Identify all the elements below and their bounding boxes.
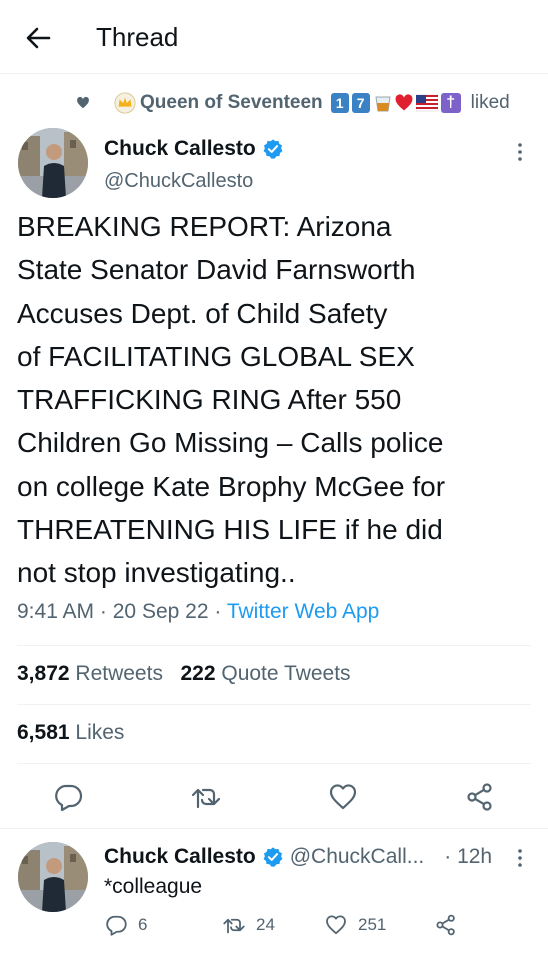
author-handle[interactable]: @ChuckCallesto bbox=[104, 170, 253, 193]
reply-retweet-button[interactable]: 24 bbox=[222, 913, 275, 937]
author-avatar[interactable] bbox=[18, 128, 88, 198]
tweet-time[interactable]: 9:41 AM bbox=[17, 600, 94, 623]
social-context[interactable]: Queen of Seventeen 1 7 † liked bbox=[76, 88, 510, 118]
retweets-count: 3,872 bbox=[17, 662, 70, 685]
likes-label: Likes bbox=[75, 721, 125, 744]
quotes-stat[interactable]: 222 Quote Tweets bbox=[180, 662, 350, 685]
reply-reply-button[interactable]: 6 bbox=[104, 913, 147, 937]
liker-name[interactable]: Queen of Seventeen bbox=[140, 92, 323, 114]
top-bar: Thread bbox=[0, 0, 548, 74]
author-name-text[interactable]: Chuck Callesto bbox=[104, 137, 256, 161]
like-count: 251 bbox=[358, 915, 387, 934]
reply-author-avatar[interactable] bbox=[18, 842, 88, 912]
more-icon[interactable] bbox=[514, 846, 526, 870]
divider bbox=[17, 645, 531, 646]
verified-icon bbox=[263, 847, 283, 867]
divider bbox=[0, 828, 548, 829]
reply-share-button[interactable] bbox=[434, 913, 468, 937]
meta-separator: · bbox=[99, 600, 107, 623]
reply-time[interactable]: · 12h bbox=[444, 845, 492, 869]
quotes-count: 222 bbox=[180, 662, 216, 685]
divider bbox=[17, 763, 531, 764]
keycap-one-emoji: 1 bbox=[330, 93, 349, 113]
reply-header: Chuck Callesto @ChuckCall... · 12h bbox=[104, 845, 492, 869]
like-icon bbox=[326, 915, 346, 935]
reply-icon[interactable] bbox=[52, 781, 84, 813]
reply-action-bar: 6 24 251 bbox=[100, 913, 540, 943]
red-heart-icon bbox=[395, 94, 413, 111]
heart-icon bbox=[77, 96, 89, 109]
crown-icon bbox=[114, 92, 136, 114]
verified-icon bbox=[263, 139, 283, 159]
whiskey-glass-icon bbox=[375, 96, 391, 112]
engagement-stats: 3,872 Retweets 222 Quote Tweets bbox=[17, 662, 351, 686]
tweet-text: BREAKING REPORT: Arizona State Senator D… bbox=[17, 211, 446, 589]
likes-count: 6,581 bbox=[17, 721, 70, 744]
share-icon bbox=[436, 914, 455, 936]
page-title: Thread bbox=[96, 22, 179, 52]
source-app-link[interactable]: Twitter Web App bbox=[227, 600, 380, 623]
retweet-icon bbox=[223, 918, 245, 934]
author-name[interactable]: Chuck Callesto bbox=[104, 137, 284, 161]
divider bbox=[17, 704, 531, 705]
keycap-seven-emoji: 7 bbox=[351, 93, 370, 113]
reply-author-handle[interactable]: @ChuckCall... bbox=[290, 845, 425, 869]
back-arrow-icon[interactable] bbox=[22, 22, 54, 54]
retweet-icon[interactable] bbox=[190, 781, 222, 813]
avatar-photo bbox=[18, 842, 88, 912]
likes-stat[interactable]: 6,581 Likes bbox=[17, 721, 124, 745]
reply-author-name[interactable]: Chuck Callesto bbox=[104, 845, 256, 869]
tweet-meta: 9:41 AM · 20 Sep 22 · Twitter Web App bbox=[17, 600, 379, 624]
reply-count: 6 bbox=[138, 915, 148, 934]
meta-separator: · bbox=[214, 600, 222, 623]
quotes-label: Quote Tweets bbox=[221, 662, 351, 685]
share-icon[interactable] bbox=[464, 781, 496, 813]
like-icon[interactable] bbox=[327, 781, 359, 813]
reply-like-button[interactable]: 251 bbox=[324, 913, 386, 937]
latin-cross-emoji: † bbox=[440, 93, 461, 113]
more-icon[interactable] bbox=[514, 140, 526, 164]
retweets-stat[interactable]: 3,872 Retweets bbox=[17, 662, 163, 685]
liked-label: liked bbox=[470, 92, 510, 113]
reply-icon bbox=[106, 915, 127, 936]
avatar-photo bbox=[18, 128, 88, 198]
reply-text: *colleague bbox=[104, 875, 203, 898]
tweet-date[interactable]: 20 Sep 22 bbox=[113, 600, 209, 623]
us-flag-icon bbox=[415, 94, 438, 112]
retweet-count: 24 bbox=[256, 915, 275, 934]
action-bar bbox=[0, 775, 548, 819]
retweets-label: Retweets bbox=[75, 662, 163, 685]
